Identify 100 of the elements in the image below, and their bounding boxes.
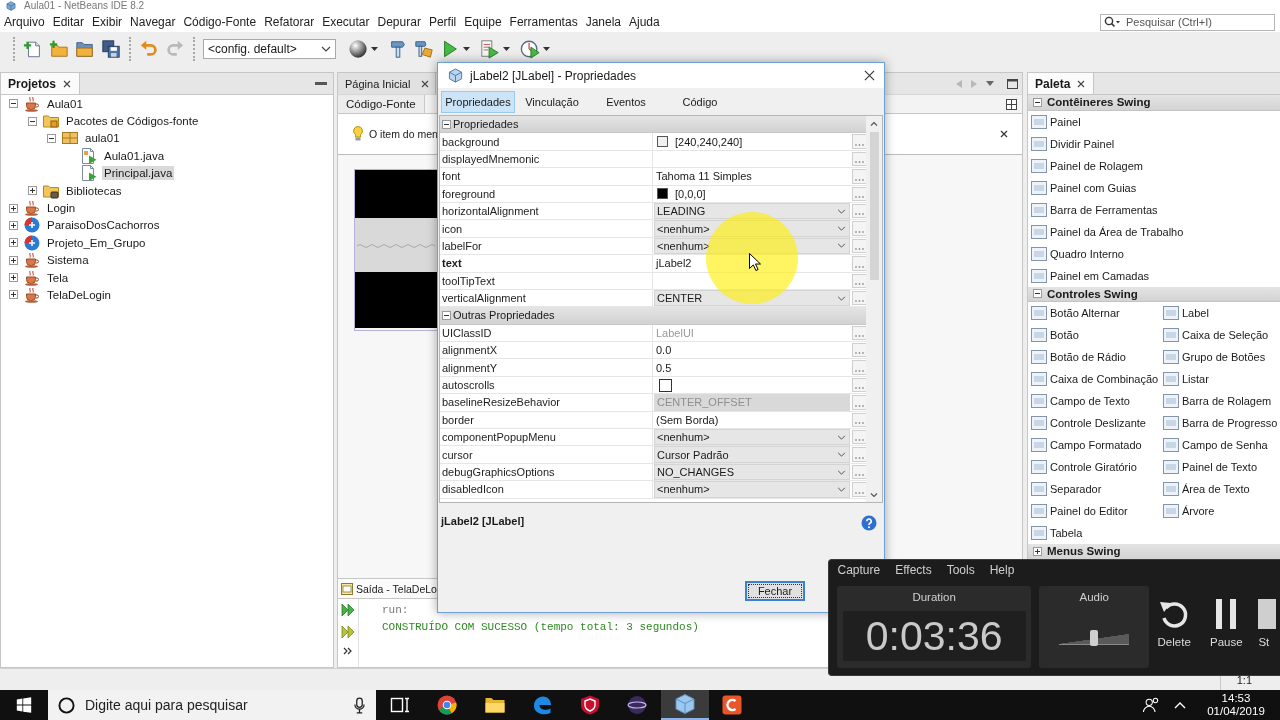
new-folder-icon[interactable] xyxy=(49,39,69,59)
maximize-icon[interactable] xyxy=(1007,78,1018,89)
collapse-icon[interactable] xyxy=(442,311,451,320)
tree-item[interactable]: Sistema xyxy=(45,253,91,268)
sphere-icon[interactable] xyxy=(348,39,368,59)
folder-icon[interactable] xyxy=(484,695,505,715)
clock-time[interactable]: 14:53 xyxy=(1221,692,1251,705)
close-button[interactable]: Fechar xyxy=(745,581,805,601)
menu-item[interactable]: Capture xyxy=(830,563,888,577)
menu-item[interactable]: Perfil xyxy=(424,13,461,31)
palette-item[interactable]: Caixa de Seleção xyxy=(1160,324,1280,346)
tree-item[interactable]: ParaisoDosCachorros xyxy=(45,218,162,233)
caret-icon[interactable] xyxy=(463,47,470,51)
palette-item[interactable]: Listar xyxy=(1160,368,1280,390)
property-dropdown[interactable]: <nenhum> xyxy=(654,481,850,498)
tree-item[interactable]: Tela xyxy=(45,270,71,285)
close-icon[interactable] xyxy=(63,79,71,88)
palette-item[interactable]: Barra de Ferramentas xyxy=(1028,198,1280,221)
tree-item[interactable]: TelaDeLogin xyxy=(45,288,113,302)
palette-item[interactable]: Botão xyxy=(1028,324,1160,346)
scroll-up-icon[interactable] xyxy=(870,121,878,126)
panel-tab[interactable]: Projetos xyxy=(1,73,80,94)
menu-item[interactable]: Tools xyxy=(939,563,983,577)
palette-item[interactable]: Barra de Rolagem xyxy=(1160,390,1280,412)
menu-item[interactable]: Effects xyxy=(887,563,940,577)
tricolor-circle-icon[interactable] xyxy=(437,695,458,715)
menu-item[interactable]: Ferramentas xyxy=(505,13,582,31)
palette-item[interactable]: Painel de Texto xyxy=(1160,456,1280,478)
gauge-play-icon[interactable] xyxy=(520,39,540,59)
panel-tab[interactable]: Paleta xyxy=(1028,73,1095,94)
caret-icon[interactable] xyxy=(371,47,378,51)
expand-icon[interactable] xyxy=(8,238,18,248)
palette-item[interactable]: Quadro Interno xyxy=(1028,242,1280,265)
chevron-up-icon[interactable] xyxy=(1174,701,1186,709)
palette-item[interactable]: Painel em Camadas xyxy=(1028,264,1280,287)
scrollbar-thumb[interactable] xyxy=(869,132,879,280)
menu-item[interactable]: Navegar xyxy=(126,13,180,31)
editor-tab[interactable]: Página Inicial xyxy=(338,73,437,94)
palette-item[interactable]: Tabela xyxy=(1028,522,1160,544)
expand-icon[interactable] xyxy=(8,203,18,213)
scrollbar[interactable] xyxy=(866,116,882,502)
expand-icon[interactable] xyxy=(8,255,18,265)
microphone-icon[interactable] xyxy=(354,696,365,714)
menu-item[interactable]: Equipe xyxy=(460,13,506,31)
windows-logo-icon[interactable] xyxy=(16,697,32,713)
menu-item[interactable]: Editar xyxy=(48,13,89,31)
palette-item[interactable]: Árvore xyxy=(1160,500,1280,522)
tree-item[interactable]: Bibliotecas xyxy=(64,183,124,198)
double-play-icon[interactable] xyxy=(341,603,355,617)
collapse-icon[interactable] xyxy=(1033,289,1042,299)
palette-item[interactable]: Separador xyxy=(1028,478,1160,500)
expand-icon[interactable] xyxy=(27,186,37,196)
close-icon[interactable] xyxy=(864,70,875,81)
close-icon[interactable] xyxy=(1000,130,1008,138)
double-play-icon[interactable] xyxy=(341,625,355,639)
collapse-icon[interactable] xyxy=(46,133,56,143)
people-icon[interactable] xyxy=(1142,697,1160,713)
new-file-icon[interactable] xyxy=(23,39,43,59)
menu-item[interactable]: Depurar xyxy=(373,13,425,31)
collapse-icon[interactable] xyxy=(8,99,18,109)
palette-item[interactable]: Controle Giratório xyxy=(1028,456,1160,478)
hammer-icon[interactable] xyxy=(388,39,408,59)
menu-item[interactable]: Help xyxy=(982,563,1022,577)
help-icon[interactable] xyxy=(861,515,877,531)
tree-item[interactable]: Login xyxy=(45,201,78,216)
category-header[interactable]: Controles Swing xyxy=(1028,286,1280,302)
menu-item[interactable]: Ajuda xyxy=(625,13,664,31)
swirl-icon[interactable] xyxy=(532,695,553,715)
tree-item[interactable]: aula01 xyxy=(83,131,122,146)
cube-icon[interactable] xyxy=(674,694,695,714)
scroll-down-icon[interactable] xyxy=(870,493,878,498)
palette-item[interactable]: Campo Formatado xyxy=(1028,434,1160,456)
caret-icon[interactable] xyxy=(503,47,510,51)
section-header[interactable]: Outras Propriedades xyxy=(440,307,866,325)
collapse-icon[interactable] xyxy=(1033,97,1042,107)
palette-item[interactable]: Campo de Senha xyxy=(1160,434,1280,456)
tree-item[interactable]: Aula01.java xyxy=(102,148,167,163)
tree-item[interactable]: Pacotes de Códigos-fonte xyxy=(64,114,201,129)
search-field[interactable]: Pesquisar (Ctrl+I) xyxy=(1100,13,1275,31)
palette-item[interactable]: Barra de Progresso xyxy=(1160,412,1280,434)
caret-down-icon[interactable] xyxy=(986,81,994,86)
expand-icon[interactable] xyxy=(8,273,18,283)
menu-item[interactable]: Código-Fonte xyxy=(179,13,261,31)
tab[interactable]: Eventos xyxy=(589,91,663,113)
collapse-icon[interactable] xyxy=(442,119,451,129)
grid-icon[interactable] xyxy=(1006,98,1017,110)
shield-icon[interactable] xyxy=(579,695,600,715)
arc-tile-icon[interactable] xyxy=(722,695,743,715)
pause-button[interactable]: Pause xyxy=(1204,586,1249,668)
tree-item[interactable]: Principal.java xyxy=(102,166,175,181)
caret-icon[interactable] xyxy=(543,47,550,51)
tree-item[interactable]: Aula01 xyxy=(45,96,85,111)
menu-item[interactable]: Arquivo xyxy=(0,13,49,31)
tab[interactable]: Código xyxy=(663,91,737,113)
property-dropdown[interactable]: Cursor Padrão xyxy=(654,446,850,463)
section-header[interactable]: Propriedades xyxy=(440,116,866,134)
property-dropdown[interactable]: <nenhum> xyxy=(654,429,850,446)
tree-item[interactable]: Projeto_Em_Grupo xyxy=(45,235,148,250)
save-all-icon[interactable] xyxy=(101,39,121,59)
palette-item[interactable]: Painel xyxy=(1028,110,1280,133)
